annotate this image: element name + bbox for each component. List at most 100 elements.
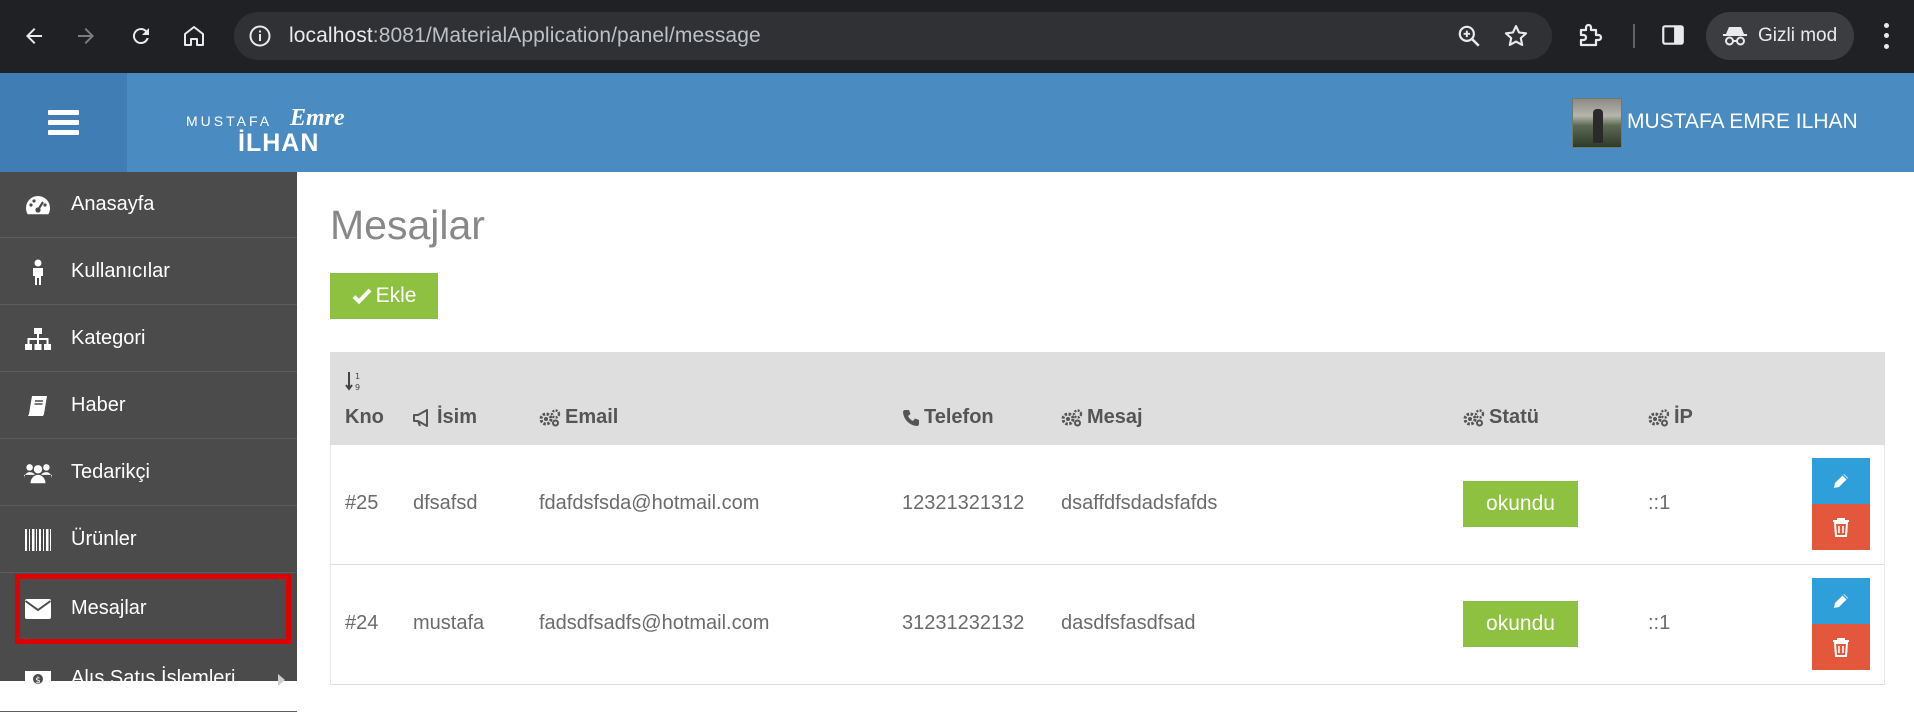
gears-icon bbox=[1061, 408, 1083, 426]
table-row: #24 mustafa fadsdfsadfs@hotmail.com 3123… bbox=[330, 565, 1885, 685]
avatar-figure bbox=[1593, 109, 1603, 143]
address-bar[interactable]: localhost:8081/MaterialApplication/panel… bbox=[234, 12, 1552, 60]
column-header-statu[interactable]: Statü bbox=[1463, 406, 1539, 429]
svg-text:9: 9 bbox=[355, 383, 360, 392]
kebab-dot-icon bbox=[1883, 44, 1889, 50]
reload-button[interactable] bbox=[121, 16, 161, 56]
sidebar-item-label: Haber bbox=[71, 394, 126, 416]
hamburger-line-icon bbox=[48, 120, 79, 125]
sidebar-item-alis-satis[interactable]: $ Alış Satış İşlemleri bbox=[0, 646, 297, 712]
incognito-indicator[interactable]: Gizli mod bbox=[1706, 12, 1854, 60]
delete-button[interactable] bbox=[1812, 504, 1870, 550]
zoom-icon[interactable] bbox=[1456, 23, 1482, 49]
cell-kno: #25 bbox=[345, 492, 379, 514]
add-button-label: Ekle bbox=[375, 284, 417, 307]
table-row: #25 dfsafsd fdafdsfsda@hotmail.com 12321… bbox=[330, 445, 1885, 565]
home-button[interactable] bbox=[174, 16, 214, 56]
column-header-label: İsim bbox=[437, 406, 478, 428]
column-header-label: Statü bbox=[1489, 406, 1539, 428]
user-name[interactable]: MUSTAFA EMRE ILHAN bbox=[1627, 110, 1858, 134]
cell-telefon: 31231232132 bbox=[902, 612, 1025, 634]
main-content: Mesajlar Ekle 19 Kno İsim Email Telefon … bbox=[297, 172, 1914, 685]
cell-ip: ::1 bbox=[1648, 612, 1671, 634]
kebab-dot-icon bbox=[1883, 22, 1889, 28]
trash-icon bbox=[1833, 518, 1849, 537]
gears-icon bbox=[1463, 408, 1485, 426]
incognito-label: Gizli mod bbox=[1758, 25, 1838, 46]
kebab-dot-icon bbox=[1883, 33, 1889, 39]
sidebar-item-label: Anasayfa bbox=[71, 193, 155, 215]
money-icon: $ bbox=[24, 666, 52, 692]
cell-ip: ::1 bbox=[1648, 492, 1671, 514]
bullhorn-icon bbox=[413, 408, 428, 427]
bookmark-star-icon[interactable] bbox=[1502, 22, 1530, 50]
column-header-label: Mesaj bbox=[1087, 406, 1143, 428]
status-badge: okundu bbox=[1463, 481, 1578, 527]
info-icon[interactable] bbox=[248, 24, 272, 48]
sidebar-item-urunler[interactable]: Ürünler bbox=[0, 507, 297, 573]
add-button[interactable]: Ekle bbox=[330, 273, 438, 319]
user-icon bbox=[24, 259, 52, 285]
pencil-icon bbox=[1834, 594, 1848, 608]
cell-telefon: 12321321312 bbox=[902, 492, 1025, 514]
side-panel-icon[interactable] bbox=[1660, 22, 1686, 48]
cell-email: fdafdsfsda@hotmail.com bbox=[539, 492, 760, 514]
column-header-mesaj[interactable]: Mesaj bbox=[1061, 406, 1143, 429]
dashboard-icon bbox=[24, 192, 52, 218]
envelope-icon bbox=[24, 596, 52, 622]
trash-icon bbox=[1833, 638, 1849, 657]
url-text[interactable]: localhost:8081/MaterialApplication/panel… bbox=[289, 24, 761, 48]
column-header-telefon[interactable]: Telefon bbox=[902, 406, 994, 429]
brand-logo[interactable]: MUSTAFA Emre İLHAN bbox=[186, 105, 346, 157]
arrow-left-icon bbox=[26, 28, 42, 44]
sidebar-item-label: Mesajlar bbox=[71, 597, 147, 619]
edit-button[interactable] bbox=[1812, 578, 1870, 624]
hamburger-line-icon bbox=[48, 130, 79, 135]
back-button[interactable] bbox=[14, 16, 54, 56]
home-icon bbox=[184, 26, 204, 46]
column-header-isim[interactable]: İsim bbox=[413, 406, 477, 429]
delete-button[interactable] bbox=[1812, 624, 1870, 670]
sidebar-item-kullanicilar[interactable]: Kullanıcılar bbox=[0, 239, 297, 305]
url-host: localhost bbox=[289, 24, 373, 47]
sidebar-item-haber[interactable]: Haber bbox=[0, 373, 297, 439]
logo-text-bottom: İLHAN bbox=[238, 129, 320, 157]
cell-email: fadsdfsadfs@hotmail.com bbox=[539, 612, 770, 634]
sitemap-icon bbox=[24, 326, 52, 352]
sidebar-item-kategori[interactable]: Kategori bbox=[0, 306, 297, 372]
extensions-icon[interactable] bbox=[1576, 20, 1606, 50]
barcode-icon bbox=[24, 527, 52, 553]
cell-kno: #24 bbox=[345, 612, 379, 634]
column-header-kno[interactable]: Kno bbox=[345, 406, 384, 429]
browser-menu-button[interactable] bbox=[1872, 20, 1900, 52]
column-header-ip[interactable]: İP bbox=[1648, 406, 1693, 429]
sidebar: Anasayfa Kullanıcılar Kategori Haber Ted… bbox=[0, 172, 297, 712]
users-icon bbox=[24, 460, 52, 486]
menu-toggle-button[interactable] bbox=[0, 73, 127, 172]
sidebar-item-tedarikci[interactable]: Tedarikçi bbox=[0, 440, 297, 506]
url-path: :8081/MaterialApplication/panel/message bbox=[372, 24, 761, 47]
sidebar-item-anasayfa[interactable]: Anasayfa bbox=[0, 172, 297, 238]
cell-isim: mustafa bbox=[413, 612, 485, 634]
edit-button[interactable] bbox=[1812, 458, 1870, 504]
sort-numeric-icon[interactable]: 19 bbox=[345, 370, 367, 392]
book-icon bbox=[24, 393, 52, 419]
sidebar-item-label: Tedarikçi bbox=[71, 461, 150, 483]
hamburger-line-icon bbox=[48, 110, 79, 115]
column-header-email[interactable]: Email bbox=[539, 406, 618, 429]
toolbar-divider bbox=[1633, 24, 1635, 48]
forward-button[interactable] bbox=[66, 16, 106, 56]
check-icon bbox=[352, 288, 372, 305]
gears-icon bbox=[1648, 408, 1670, 426]
submenu-arrow-icon bbox=[278, 674, 285, 686]
table-header: 19 Kno İsim Email Telefon Mesaj Statü İP bbox=[330, 352, 1885, 445]
cell-isim: dfsafsd bbox=[413, 492, 478, 514]
avatar[interactable] bbox=[1572, 98, 1622, 148]
svg-text:$: $ bbox=[35, 676, 41, 686]
arrow-right-icon bbox=[78, 28, 94, 44]
sidebar-item-mesajlar[interactable]: Mesajlar bbox=[15, 574, 291, 644]
column-header-label: Kno bbox=[345, 406, 384, 428]
logo-text-top: MUSTAFA bbox=[186, 113, 273, 129]
column-header-label: İP bbox=[1674, 406, 1693, 428]
page-title: Mesajlar bbox=[330, 202, 485, 248]
